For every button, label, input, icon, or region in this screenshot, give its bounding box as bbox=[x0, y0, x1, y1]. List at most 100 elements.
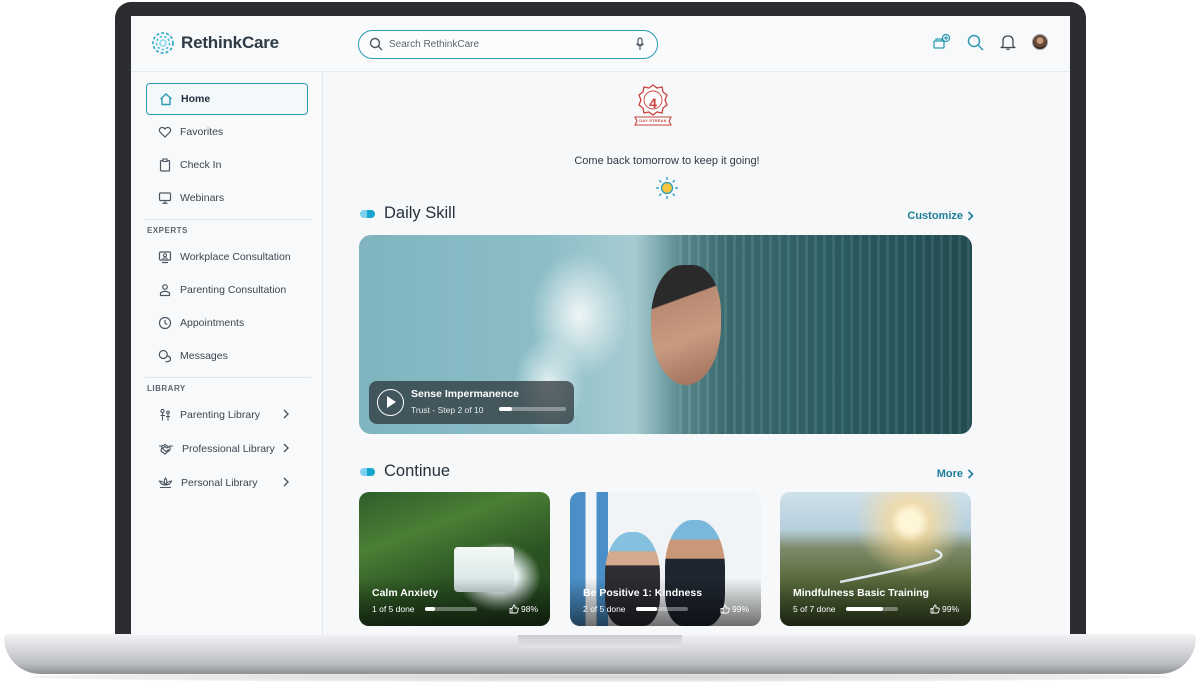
experts-section-label: EXPERTS bbox=[147, 226, 188, 235]
card-info-overlay bbox=[359, 578, 550, 626]
thumbs-up-icon bbox=[720, 604, 730, 614]
main-content: 4 DAY STREAK Come back tomorrow to keep … bbox=[324, 72, 1070, 635]
search-input[interactable]: Search RethinkCare bbox=[389, 39, 479, 50]
continue-heading: Continue bbox=[360, 462, 450, 481]
daily-skill-heading: Daily Skill bbox=[360, 204, 456, 223]
card-progress-text: 1 of 5 done bbox=[372, 604, 415, 614]
card-progress-fill bbox=[846, 607, 883, 611]
search-bar[interactable]: Search RethinkCare bbox=[358, 30, 658, 59]
sidebar-item-label: Home bbox=[181, 93, 211, 105]
card-progress-fill bbox=[425, 607, 436, 611]
sidebar-item-appointments[interactable]: Appointments bbox=[146, 307, 308, 339]
user-avatar[interactable] bbox=[1032, 34, 1048, 50]
sidebar-item-workplace-consultation[interactable]: Workplace Consultation bbox=[146, 241, 308, 273]
play-button-icon[interactable] bbox=[377, 389, 404, 416]
lotus-icon bbox=[158, 477, 173, 489]
clock-icon bbox=[158, 316, 172, 330]
laptop-mockup: RethinkCare Search RethinkCare Home Favo… bbox=[0, 0, 1200, 689]
card-like-percent: 99% bbox=[941, 604, 959, 614]
laptop-notch bbox=[518, 634, 682, 648]
streak-ribbon-label: DAY STREAK bbox=[639, 118, 667, 123]
library-section-label: LIBRARY bbox=[147, 384, 186, 393]
more-link[interactable]: More bbox=[937, 468, 974, 480]
sidebar-item-label: Parenting Consultation bbox=[180, 284, 287, 296]
hero-title: Sense Impermanence bbox=[411, 388, 519, 400]
header-actions bbox=[933, 33, 1048, 51]
thumbs-up-icon bbox=[930, 604, 940, 614]
monitor-icon bbox=[158, 192, 172, 204]
sidebar-item-label: Appointments bbox=[180, 317, 245, 329]
hero-person-image bbox=[651, 265, 721, 385]
app-logo[interactable]: RethinkCare bbox=[151, 31, 279, 55]
card-progress-text: 5 of 7 done bbox=[793, 604, 836, 614]
hero-progress-fill bbox=[499, 407, 513, 411]
heart-icon bbox=[158, 126, 172, 138]
card-like-percent: 99% bbox=[731, 604, 749, 614]
sidebar-item-check-in[interactable]: Check In bbox=[146, 149, 308, 181]
continue-card-calm-anxiety[interactable]: Calm Anxiety 1 of 5 done 98% bbox=[359, 492, 550, 626]
clipboard-icon bbox=[159, 158, 171, 172]
chevron-right-icon[interactable] bbox=[282, 477, 290, 487]
parenting-consult-icon bbox=[159, 284, 171, 297]
sidebar-divider bbox=[145, 219, 311, 220]
microphone-icon[interactable] bbox=[635, 37, 645, 51]
sun-icon bbox=[656, 177, 678, 199]
card-like-rating: 99% bbox=[720, 604, 749, 614]
sidebar-item-favorites[interactable]: Favorites bbox=[146, 116, 308, 148]
thumbs-up-icon bbox=[509, 604, 519, 614]
app-name: RethinkCare bbox=[181, 33, 279, 52]
chevron-right-icon[interactable] bbox=[282, 443, 290, 453]
hero-subtitle: Trust - Step 2 of 10 bbox=[411, 405, 484, 415]
sidebar-item-personal-library[interactable]: Personal Library bbox=[146, 467, 308, 499]
card-progress-bar bbox=[636, 607, 688, 611]
sidebar-item-webinars[interactable]: Webinars bbox=[146, 182, 308, 214]
sidebar-item-label: Webinars bbox=[180, 192, 225, 204]
sidebar: Home Favorites Check In Webinars EXPERTS… bbox=[131, 72, 323, 635]
card-progress-bar bbox=[425, 607, 477, 611]
sidebar-item-label: Professional Library bbox=[182, 443, 275, 455]
card-progress-fill bbox=[636, 607, 657, 611]
chat-icon bbox=[158, 349, 172, 363]
sidebar-item-parenting-consultation[interactable]: Parenting Consultation bbox=[146, 274, 308, 306]
sidebar-item-label: Check In bbox=[180, 159, 222, 171]
continue-title: Continue bbox=[384, 462, 451, 480]
section-pill-icon bbox=[360, 209, 375, 218]
chevron-right-icon bbox=[967, 211, 974, 221]
card-progress-bar bbox=[846, 607, 898, 611]
continue-card-be-positive[interactable]: Be Positive 1: Kindness 2 of 5 done 99% bbox=[570, 492, 761, 626]
card-title: Mindfulness Basic Training bbox=[793, 587, 929, 599]
daily-skill-hero[interactable]: Sense Impermanence Trust - Step 2 of 10 bbox=[359, 235, 972, 434]
add-member-icon[interactable] bbox=[933, 33, 951, 51]
sidebar-item-label: Messages bbox=[180, 350, 228, 362]
sidebar-item-messages[interactable]: Messages bbox=[146, 340, 308, 372]
chevron-right-icon[interactable] bbox=[282, 409, 290, 419]
parenting-library-icon bbox=[160, 408, 170, 421]
sidebar-item-professional-library[interactable]: Professional Library bbox=[146, 433, 308, 465]
section-pill-icon bbox=[360, 467, 375, 476]
search-icon bbox=[369, 37, 383, 51]
customize-link[interactable]: Customize bbox=[907, 210, 974, 222]
card-like-percent: 98% bbox=[520, 604, 538, 614]
sidebar-item-home[interactable]: Home bbox=[146, 83, 308, 115]
handshake-icon bbox=[159, 443, 173, 455]
sidebar-item-label: Favorites bbox=[180, 126, 224, 138]
daily-skill-title: Daily Skill bbox=[384, 204, 456, 222]
home-icon bbox=[160, 93, 172, 106]
workplace-consult-icon bbox=[158, 251, 172, 264]
continue-card-mindfulness[interactable]: Mindfulness Basic Training 5 of 7 done 9… bbox=[780, 492, 971, 626]
bell-icon[interactable] bbox=[1000, 34, 1016, 51]
sidebar-divider bbox=[145, 377, 311, 378]
sidebar-item-label: Personal Library bbox=[181, 477, 258, 489]
streak-number: 4 bbox=[649, 95, 657, 111]
sidebar-item-parenting-library[interactable]: Parenting Library bbox=[146, 399, 308, 431]
customize-link-label: Customize bbox=[907, 210, 963, 222]
more-link-label: More bbox=[936, 468, 963, 480]
card-like-rating: 99% bbox=[930, 604, 959, 614]
card-info-overlay bbox=[570, 578, 761, 626]
hero-info-card[interactable]: Sense Impermanence Trust - Step 2 of 10 bbox=[369, 381, 574, 424]
search-icon[interactable] bbox=[967, 34, 984, 51]
app-screen: RethinkCare Search RethinkCare Home Favo… bbox=[131, 16, 1070, 635]
top-header: RethinkCare Search RethinkCare bbox=[131, 16, 1070, 72]
sidebar-item-label: Parenting Library bbox=[180, 409, 260, 421]
card-title: Calm Anxiety bbox=[372, 587, 439, 599]
